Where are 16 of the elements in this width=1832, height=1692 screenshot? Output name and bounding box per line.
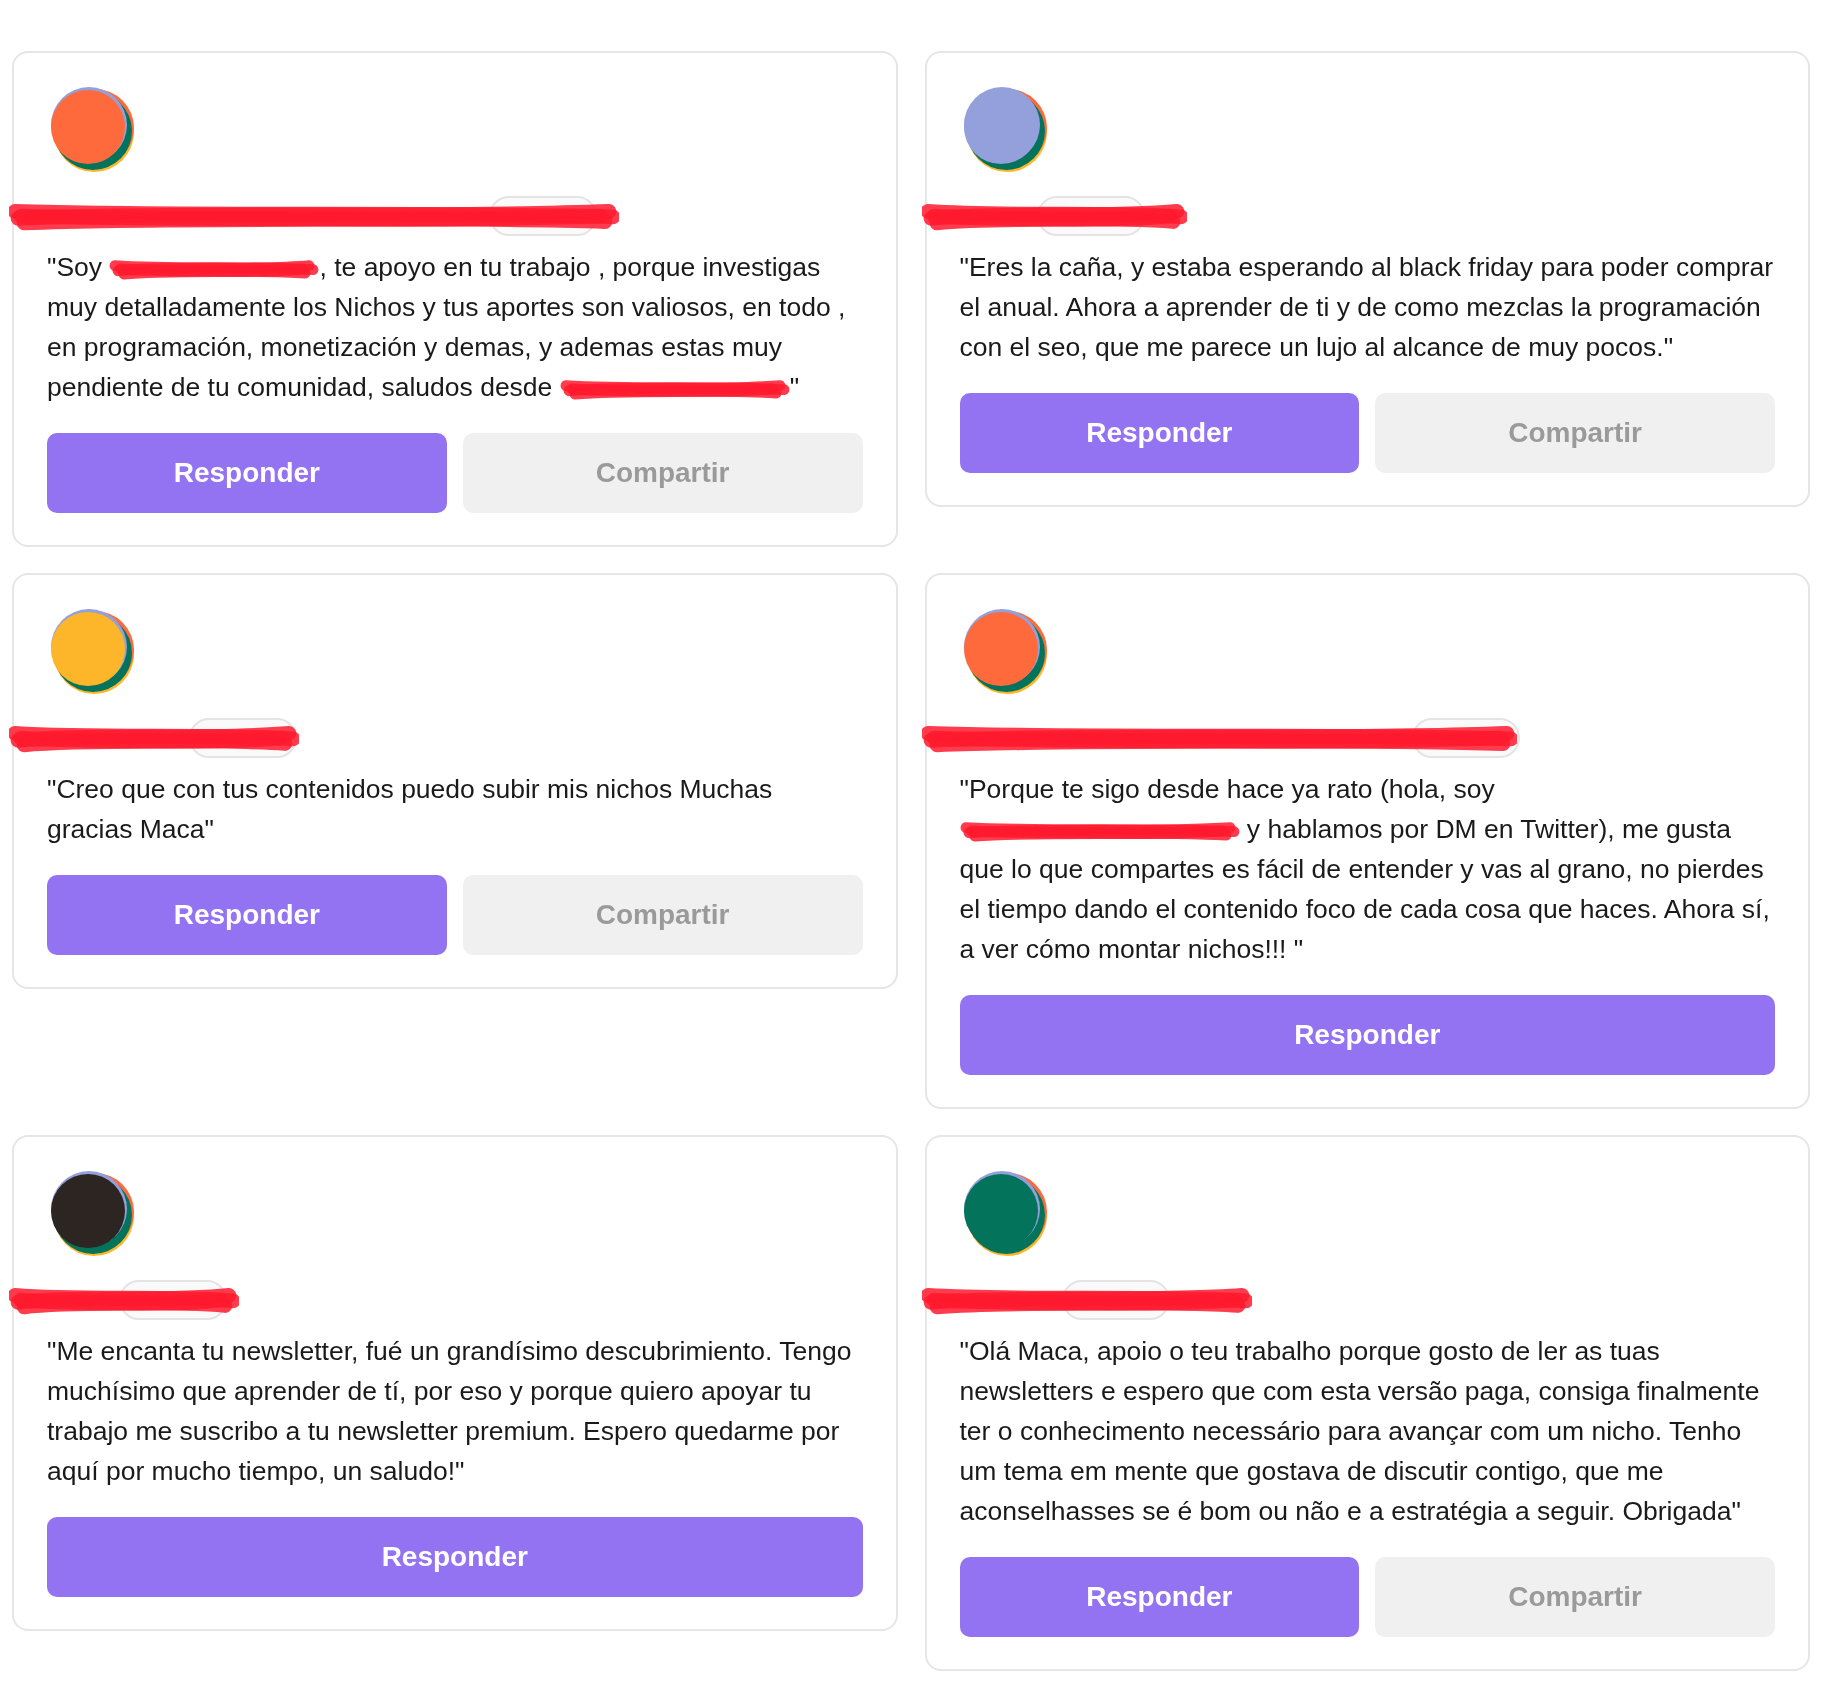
quote-text: "Creo que con tus contenidos puedo subir mis nichos Muchas gracias Maca" <box>47 773 774 846</box>
quote-text: "Porque te sigo desde hace ya rato (hola, soy y hablamos por DM en Twitter), me gusta que lo que compartes es fácil de entender y vas al grano, no pierdes el tiempo dando el contenido foco de cada cosa que haces. Ahora sí, a ver cómo montar nichos!!! " <box>959 773 1771 966</box>
share-button[interactable]: Compartir <box>462 433 863 513</box>
quote-text: "Me encanta tu newsletter, fué un grandísimo descubrimiento. Tengo muchísimo que aprender de tí, por eso y porque quiero apoyar tu trabajo me suscribo a tu newsletter premium. Espero quedarme por aquí por mucho tiempo, un saludo!" <box>47 1335 853 1488</box>
reply-button[interactable]: Responder <box>959 1557 1360 1637</box>
quote-text: "Olá Maca, apoio o teu trabalho porque gosto de ler as tuas newsletters e espero que com esta versão paga, consiga finalmente ter o conhecimento necessário para avançar com um nicho. Tenho um tema em mente que gostava de discutir contigo, que me aconselhasses se é bom ou não e a estratégia a seguir. Obrigada" <box>959 1335 1761 1528</box>
quote-text: "Eres la caña, y estaba esperando al black friday para poder comprar el anual. Ahora a aprender de ti y de como mezclas la programación con el seo, que me parece un lujo al alcance de muy pocos." <box>959 251 1775 364</box>
reply-button[interactable]: Responder <box>47 1517 863 1597</box>
reply-button[interactable]: Responder <box>959 995 1775 1075</box>
quote-text: "Soy , te apoyo en tu trabajo , porque investigas muy detalladamente los Nichos y tus aportes son valiosos, en todo , en programación, monetización y demas, y ademas estas muy pendiente de tu comunidad, saludos desde " <box>47 247 863 407</box>
reply-button[interactable]: Responder <box>959 393 1360 473</box>
share-button[interactable]: Compartir <box>1375 1557 1775 1637</box>
reply-button[interactable]: Responder <box>47 875 447 955</box>
share-button[interactable]: Compartir <box>1375 393 1775 473</box>
share-button[interactable]: Compartir <box>462 875 863 955</box>
reply-button[interactable]: Responder <box>47 433 447 513</box>
